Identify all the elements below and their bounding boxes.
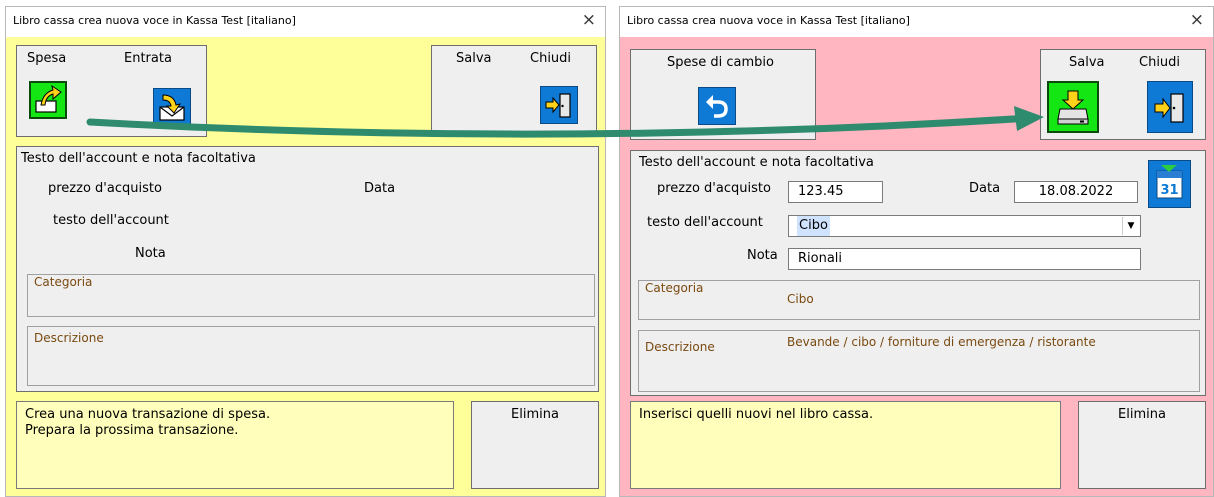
window-title: Libro cassa crea nuova voce in Kassa Tes… xyxy=(13,14,296,27)
right-window: Libro cassa crea nuova voce in Kassa Tes… xyxy=(619,6,1214,497)
description-value: Bevande / cibo / forniture di emergenza … xyxy=(787,335,1096,349)
exit-door-icon[interactable] xyxy=(540,86,578,124)
date-label: Data xyxy=(364,181,396,196)
window-title: Libro cassa crea nuova voce in Kassa Tes… xyxy=(627,14,910,27)
chiudi-label[interactable]: Chiudi xyxy=(530,51,571,66)
account-section: Testo dell'account e nota facoltativa pr… xyxy=(630,150,1206,396)
chevron-down-icon[interactable]: ▼ xyxy=(1122,217,1139,235)
save-tray-icon[interactable] xyxy=(1047,81,1099,133)
message-line-2: Prepara la prossima transazione. xyxy=(25,423,239,438)
title-bar: Libro cassa crea nuova voce in Kassa Tes… xyxy=(6,7,605,37)
exit-door-icon[interactable] xyxy=(1147,81,1193,133)
actions-panel: Salva Chiudi xyxy=(431,45,597,137)
spese-cambio-label[interactable]: Spese di cambio xyxy=(667,55,774,70)
account-label: testo dell'account xyxy=(53,213,169,228)
section-title: Testo dell'account e nota facoltativa xyxy=(21,151,256,166)
account-section: Testo dell'account e nota facoltativa pr… xyxy=(16,146,599,392)
transaction-type-panel: Spesa Entrata xyxy=(16,45,207,137)
left-window: Libro cassa crea nuova voce in Kassa Tes… xyxy=(5,6,606,497)
status-message: Inserisci quelli nuovi nel libro cassa. xyxy=(630,401,1061,489)
income-icon[interactable] xyxy=(153,88,191,126)
account-select[interactable]: Cibo ▼ xyxy=(788,215,1141,237)
title-bar: Libro cassa crea nuova voce in Kassa Tes… xyxy=(620,7,1213,37)
note-label: Nota xyxy=(135,246,166,261)
calendar-icon[interactable]: 31 xyxy=(1148,160,1191,208)
note-label: Nota xyxy=(747,248,778,263)
salva-label[interactable]: Salva xyxy=(456,51,492,66)
spesa-label: Spesa xyxy=(27,51,67,66)
category-group: Categoria Cibo xyxy=(638,280,1200,320)
category-label: Categoria xyxy=(645,281,704,295)
status-message: Crea una nuova transazione di spesa. Pre… xyxy=(16,401,454,489)
note-input[interactable]: Rionali xyxy=(788,248,1141,270)
date-label: Data xyxy=(969,181,1001,196)
price-label: prezzo d'acquisto xyxy=(48,181,162,196)
category-group: Categoria xyxy=(27,274,595,317)
expense-icon[interactable] xyxy=(29,81,67,119)
date-input[interactable]: 18.08.2022 xyxy=(1014,181,1138,203)
close-icon[interactable]: × xyxy=(582,10,596,30)
calendar-day: 31 xyxy=(1160,183,1178,198)
actions-panel: Salva Chiudi xyxy=(1040,49,1206,140)
account-label: testo dell'account xyxy=(647,215,763,230)
price-label: prezzo d'acquisto xyxy=(657,181,771,196)
exchange-panel: Spese di cambio xyxy=(630,49,816,140)
close-icon[interactable]: × xyxy=(1190,10,1204,30)
entrata-label: Entrata xyxy=(124,51,172,66)
account-select-value: Cibo xyxy=(797,216,830,236)
category-label: Categoria xyxy=(34,275,93,289)
price-input[interactable]: 123.45 xyxy=(788,181,883,203)
salva-label[interactable]: Salva xyxy=(1069,55,1105,70)
description-label: Descrizione xyxy=(645,340,715,354)
elimina-button[interactable]: Elimina xyxy=(471,401,599,489)
description-group: Descrizione xyxy=(27,326,595,386)
elimina-button[interactable]: Elimina xyxy=(1078,401,1206,489)
section-title: Testo dell'account e nota facoltativa xyxy=(639,155,874,170)
chiudi-label[interactable]: Chiudi xyxy=(1139,55,1180,70)
undo-arrow-icon[interactable] xyxy=(698,87,736,125)
category-value: Cibo xyxy=(787,292,814,306)
message-line-1: Crea una nuova transazione di spesa. xyxy=(25,407,271,422)
description-label: Descrizione xyxy=(34,331,104,345)
description-group: Descrizione Bevande / cibo / forniture d… xyxy=(638,330,1200,392)
